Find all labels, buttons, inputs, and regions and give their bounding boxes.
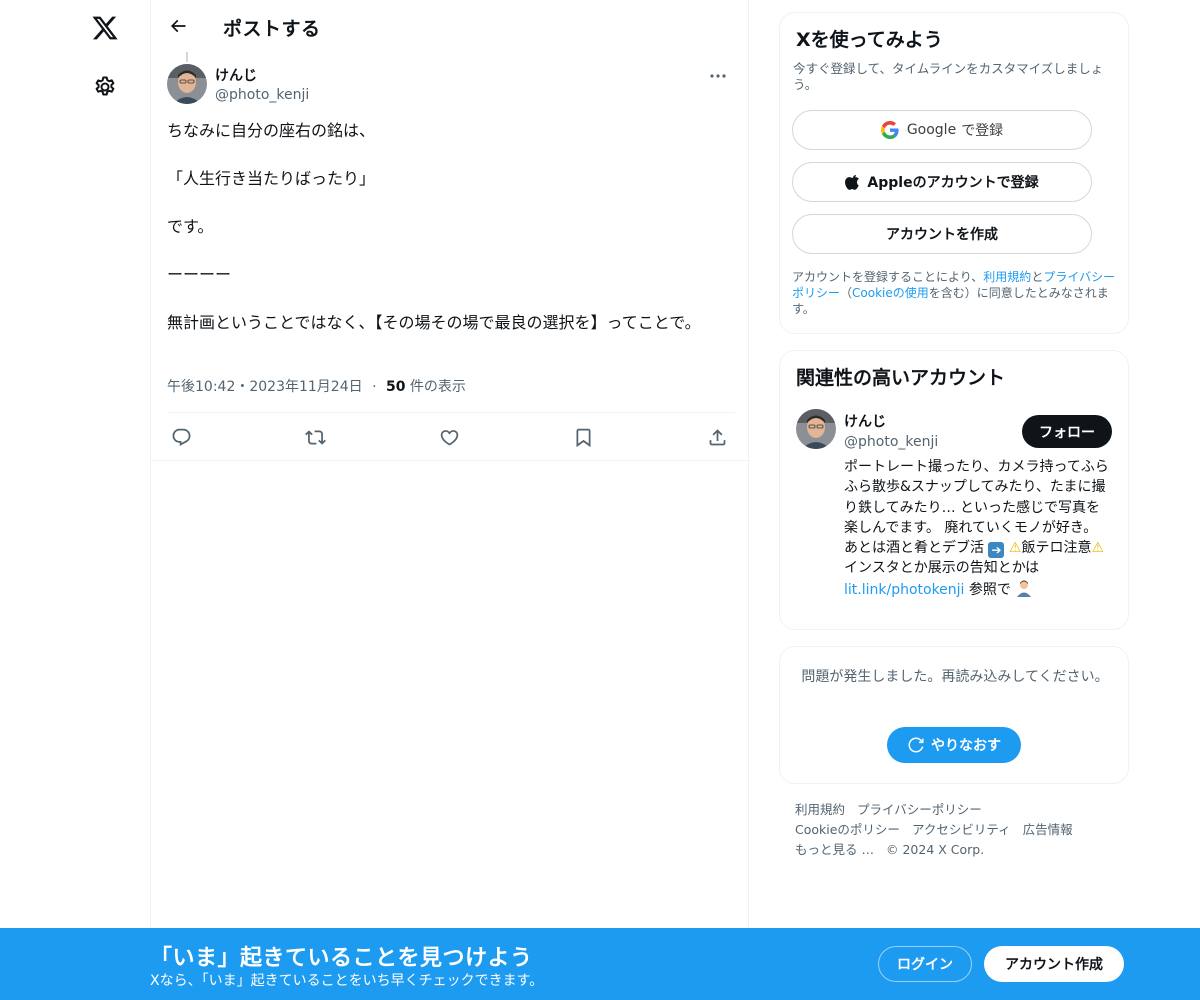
- x-logo-icon[interactable]: [84, 7, 126, 49]
- divider: [151, 460, 749, 461]
- post-paragraph: 無計画ということではなく、【その場その場で最良の選択を】ってことで。: [167, 313, 701, 332]
- retry-button[interactable]: やりなおす: [887, 727, 1021, 763]
- view-count: 50: [385, 379, 406, 395]
- post-paragraph: です。: [167, 217, 214, 236]
- bio-link[interactable]: lit.link/photokenji: [844, 582, 964, 598]
- bio-end-text: 参照で: [968, 581, 1011, 598]
- left-navigation: [0, 0, 150, 1000]
- reply-icon[interactable]: [169, 425, 193, 449]
- footer-link-privacy[interactable]: プライバシーポリシー: [857, 802, 982, 817]
- bookmark-icon[interactable]: [571, 425, 595, 449]
- google-signup-button[interactable]: Google で登録: [792, 110, 1092, 150]
- thread-connector-line: [186, 52, 188, 62]
- author-name[interactable]: けんじ: [215, 65, 257, 85]
- legal-and: と: [1031, 270, 1044, 284]
- post-action-bar: [167, 412, 735, 460]
- footer-link-accessibility[interactable]: アクセシビリティ: [912, 822, 1011, 837]
- recommended-accounts-card: 関連性の高いアカウント けんじ @photo_kenji フォロー ポートレート…: [779, 350, 1129, 630]
- legal-paren: （: [840, 286, 853, 300]
- footer-links: 利用規約 プライバシーポリシー Cookieのポリシー アクセシビリティ 広告情報 も…: [795, 800, 1115, 860]
- bio-warn-text: 飯テロ注意: [1021, 540, 1092, 557]
- footer-link-more[interactable]: もっと見る …: [795, 842, 874, 857]
- post-timestamp[interactable]: 午後10:42・2023年11月24日: [167, 379, 363, 395]
- apple-signup-label: Appleのアカウントで登録: [867, 175, 1039, 191]
- right-arrow-emoji-icon: ➔: [988, 542, 1005, 559]
- footer-link-ads[interactable]: 広告情報: [1023, 822, 1073, 837]
- apple-signup-button[interactable]: Appleのアカウントで登録: [792, 162, 1092, 202]
- terms-link[interactable]: 利用規約: [983, 270, 1031, 284]
- post-paragraph: ーーーー: [167, 265, 232, 284]
- meta-separator: ·: [372, 379, 377, 395]
- page-title: ポストする: [223, 18, 321, 40]
- banner-title: 「いま」起きていることを見つけよう: [150, 946, 533, 971]
- google-signup-label: で登録: [961, 123, 1004, 139]
- author-handle[interactable]: @photo_kenji: [215, 87, 309, 103]
- warning-emoji-icon: ⚠: [1091, 540, 1105, 557]
- post-metadata: 午後10:42・2023年11月24日 · 50 件の表示: [167, 376, 466, 396]
- avatar[interactable]: [167, 64, 207, 104]
- warning-emoji-icon: ⚠: [1008, 540, 1022, 557]
- cookie-link[interactable]: Cookieの使用: [852, 286, 929, 300]
- footer-link-cookie[interactable]: Cookieのポリシー: [795, 822, 900, 837]
- person-emoji-icon: [1017, 580, 1032, 597]
- banner-create-account-button[interactable]: アカウント作成: [984, 946, 1124, 982]
- error-card: 問題が発生しました。再読み込みしてください。 やりなおす: [779, 646, 1129, 784]
- recommended-handle[interactable]: @photo_kenji: [844, 434, 938, 450]
- retry-label: やりなおす: [931, 738, 1001, 754]
- post-paragraph: 「人生行き当たりばったり」: [167, 169, 376, 188]
- post-paragraph: ちなみに自分の座右の銘は、: [167, 121, 376, 140]
- create-account-button[interactable]: アカウントを作成: [792, 214, 1092, 254]
- legal-prefix: アカウントを登録することにより、: [792, 270, 984, 284]
- signup-subtitle: 今すぐ登録して、タイムラインをカスタマイズしましょう。: [793, 61, 1104, 92]
- banner-subtitle: Xなら、「いま」起きていることをいち早くチェックできます。: [150, 973, 544, 989]
- view-label: 件の表示: [409, 379, 466, 395]
- refresh-icon: [908, 737, 924, 753]
- recommended-name[interactable]: けんじ: [844, 411, 886, 431]
- create-account-label: アカウントを作成: [886, 227, 998, 243]
- share-icon[interactable]: [705, 425, 729, 449]
- like-icon[interactable]: [437, 425, 461, 449]
- signup-banner: 「いま」起きていることを見つけよう Xなら、「いま」起きていることをいち早くチェ…: [0, 928, 1200, 1000]
- footer-link-terms[interactable]: 利用規約: [795, 802, 845, 817]
- post-author: けんじ @photo_kenji: [167, 64, 733, 108]
- bio-mid-text: インスタとか展示の告知とかは: [844, 560, 1040, 577]
- google-brand-label: Google: [906, 122, 957, 138]
- follow-button[interactable]: フォロー: [1022, 415, 1112, 448]
- signup-card: Xを使ってみよう 今すぐ登録して、タイムラインをカスタマイズしましょう。 Goo…: [779, 12, 1129, 334]
- avatar[interactable]: [796, 409, 836, 449]
- gear-icon[interactable]: [84, 66, 126, 108]
- main-column: ポストする けんじ @photo_kenji ちなみに自分の座右の銘は、 「人生…: [150, 0, 749, 1000]
- recommend-title: 関連性の高いアカウント: [796, 367, 1006, 389]
- repost-icon[interactable]: [303, 425, 327, 449]
- footer-copyright: © 2024 X Corp.: [885, 842, 985, 857]
- recommended-bio: ポートレート撮ったり、カメラ持ってふらふら散歩&スナップしてみたり、たまに撮り鉄…: [844, 457, 1114, 600]
- google-icon: [880, 121, 899, 139]
- legal-notice: アカウントを登録することにより、利用規約とプライバシーポリシー（Cookieの使…: [792, 269, 1118, 317]
- more-options-icon[interactable]: [703, 66, 733, 86]
- post-body: ちなみに自分の座右の銘は、 「人生行き当たりばったり」 です。 ーーーー 無計画…: [167, 119, 735, 335]
- login-button[interactable]: ログイン: [878, 946, 972, 982]
- page-header: ポストする: [151, 0, 749, 54]
- apple-icon: [845, 174, 860, 190]
- back-arrow-icon[interactable]: [159, 7, 197, 45]
- signup-title: Xを使ってみよう: [796, 29, 943, 51]
- error-message: 問題が発生しました。再読み込みしてください。: [801, 669, 1109, 685]
